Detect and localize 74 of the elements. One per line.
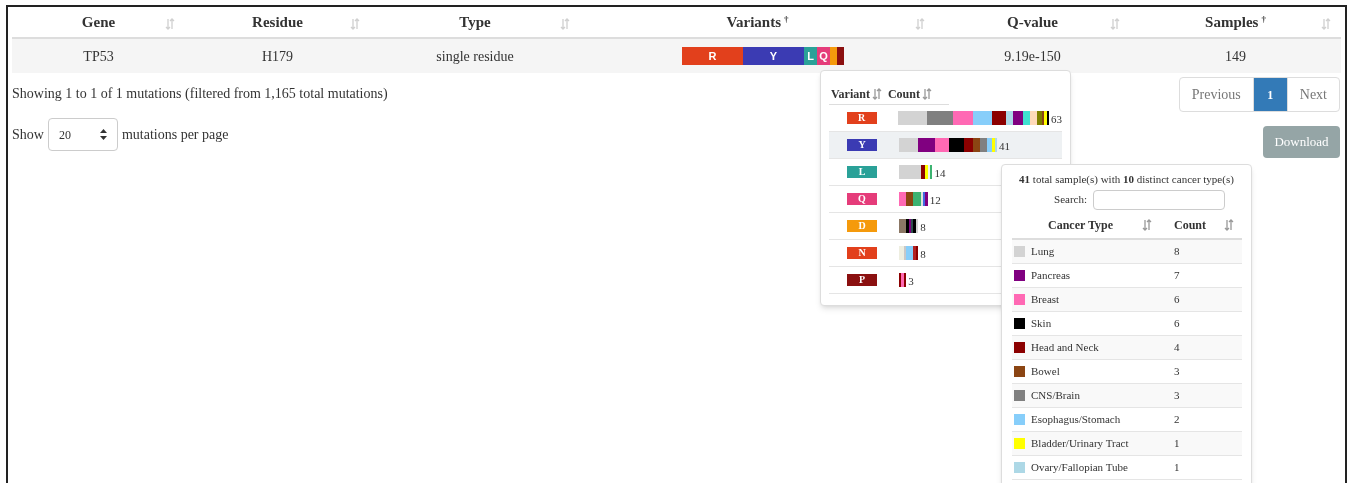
- variant-bar[interactable]: R Y L Q: [682, 47, 844, 65]
- sort-icon[interactable]: [871, 87, 882, 100]
- column-header[interactable]: Count: [887, 84, 920, 103]
- pagination-button[interactable]: Next: [1286, 78, 1339, 111]
- column-header[interactable]: Samples $^{†}$: [1205, 10, 1266, 34]
- count-label: 41: [999, 139, 1010, 155]
- variant-badge: Y: [847, 139, 877, 151]
- table-cell-text: 3: [1174, 387, 1180, 403]
- table-info: Showing 1 to 1 of 1 mutations (filtered from 1,165 total mutations): [12, 85, 388, 103]
- variant-badge: L: [847, 166, 877, 178]
- sort-icon[interactable]: [165, 18, 175, 30]
- table-cell-text: Bladder/Urinary Tract: [1031, 435, 1129, 451]
- variant-row[interactable]: Y 41: [829, 132, 1062, 159]
- table-cell-text: 8: [1174, 243, 1180, 259]
- table-cell-text: Skin: [1031, 315, 1052, 331]
- table-cell-text: 6: [1174, 315, 1180, 331]
- variant-badge: Q: [847, 193, 877, 205]
- cancer-type-bar: [899, 219, 919, 233]
- sort-icon[interactable]: [915, 18, 925, 30]
- table-cell-text: 6: [1174, 291, 1180, 307]
- table-cell-text: 1: [1174, 435, 1180, 451]
- count-label: 3: [908, 274, 914, 290]
- variant-badge: N: [847, 247, 877, 259]
- variant-row[interactable]: R 63: [829, 105, 1062, 132]
- sort-icon[interactable]: [1110, 18, 1120, 30]
- variant-badge: D: [847, 220, 877, 232]
- sort-icon[interactable]: [921, 87, 932, 100]
- cancer-type-bar: [899, 165, 933, 179]
- table-cell: TP53: [83, 48, 114, 64]
- cancer-type-bar: [899, 246, 919, 260]
- variant-badge: R: [846, 112, 877, 124]
- sort-icon[interactable]: [560, 18, 570, 30]
- count-label: 12: [929, 193, 941, 209]
- show-label: Show: [12, 126, 44, 144]
- count-label: 63: [1051, 112, 1062, 128]
- table-cell-text: Ovary/Fallopian Tube: [1031, 459, 1128, 475]
- table-cell-text: Esophagus/Stomach: [1031, 411, 1121, 427]
- variant-badge: P: [847, 274, 877, 286]
- pagination-button[interactable]: 1: [1252, 78, 1287, 111]
- table-cell-text: 2: [1174, 411, 1180, 427]
- table-cell-text: 3: [1174, 363, 1180, 379]
- table-cell-text: Breast: [1031, 291, 1060, 307]
- sort-icon[interactable]: [350, 18, 360, 30]
- table-cell-text: 4: [1174, 339, 1180, 355]
- table-cell: 149: [1225, 48, 1246, 64]
- table-cell: H179: [261, 48, 294, 64]
- pagination-button[interactable]: Previous: [1179, 78, 1253, 111]
- cancer-type-bar: [899, 273, 907, 287]
- caret-icon: [99, 129, 107, 140]
- table-cell-text: 1: [1174, 459, 1180, 475]
- table-cell-text: Head and Neck: [1031, 339, 1099, 355]
- table-cell-text: Bowel: [1031, 363, 1060, 379]
- table-cell-text: 7: [1174, 267, 1180, 283]
- column-header[interactable]: Variants $^{†}$: [726, 10, 789, 34]
- column-header[interactable]: Variant: [831, 84, 870, 103]
- sort-icon[interactable]: [1142, 218, 1152, 231]
- per-page-label: mutations per page: [121, 126, 229, 144]
- sort-icon[interactable]: [1224, 218, 1234, 231]
- count-label: 8: [920, 220, 926, 236]
- search-field[interactable]: [1093, 189, 1225, 210]
- column-header[interactable]: Residue: [252, 10, 303, 34]
- count-label: 8: [920, 247, 926, 263]
- table-cell-text: Lung: [1031, 243, 1055, 259]
- column-header[interactable]: Q-value: [1007, 10, 1058, 34]
- column-header[interactable]: Gene: [81, 10, 116, 34]
- column-header[interactable]: Count: [1174, 215, 1206, 234]
- table-cell-text: CNS/Brain: [1031, 387, 1080, 403]
- column-header[interactable]: Type: [459, 10, 491, 34]
- sort-icon[interactable]: [1321, 18, 1331, 30]
- page-size-select[interactable]: 20: [47, 118, 118, 151]
- cancer-type-bar: [899, 192, 928, 206]
- count-label: 14: [934, 166, 946, 182]
- table-cell: 9.19e-150: [1004, 48, 1061, 64]
- table-cell: single residue: [436, 48, 514, 64]
